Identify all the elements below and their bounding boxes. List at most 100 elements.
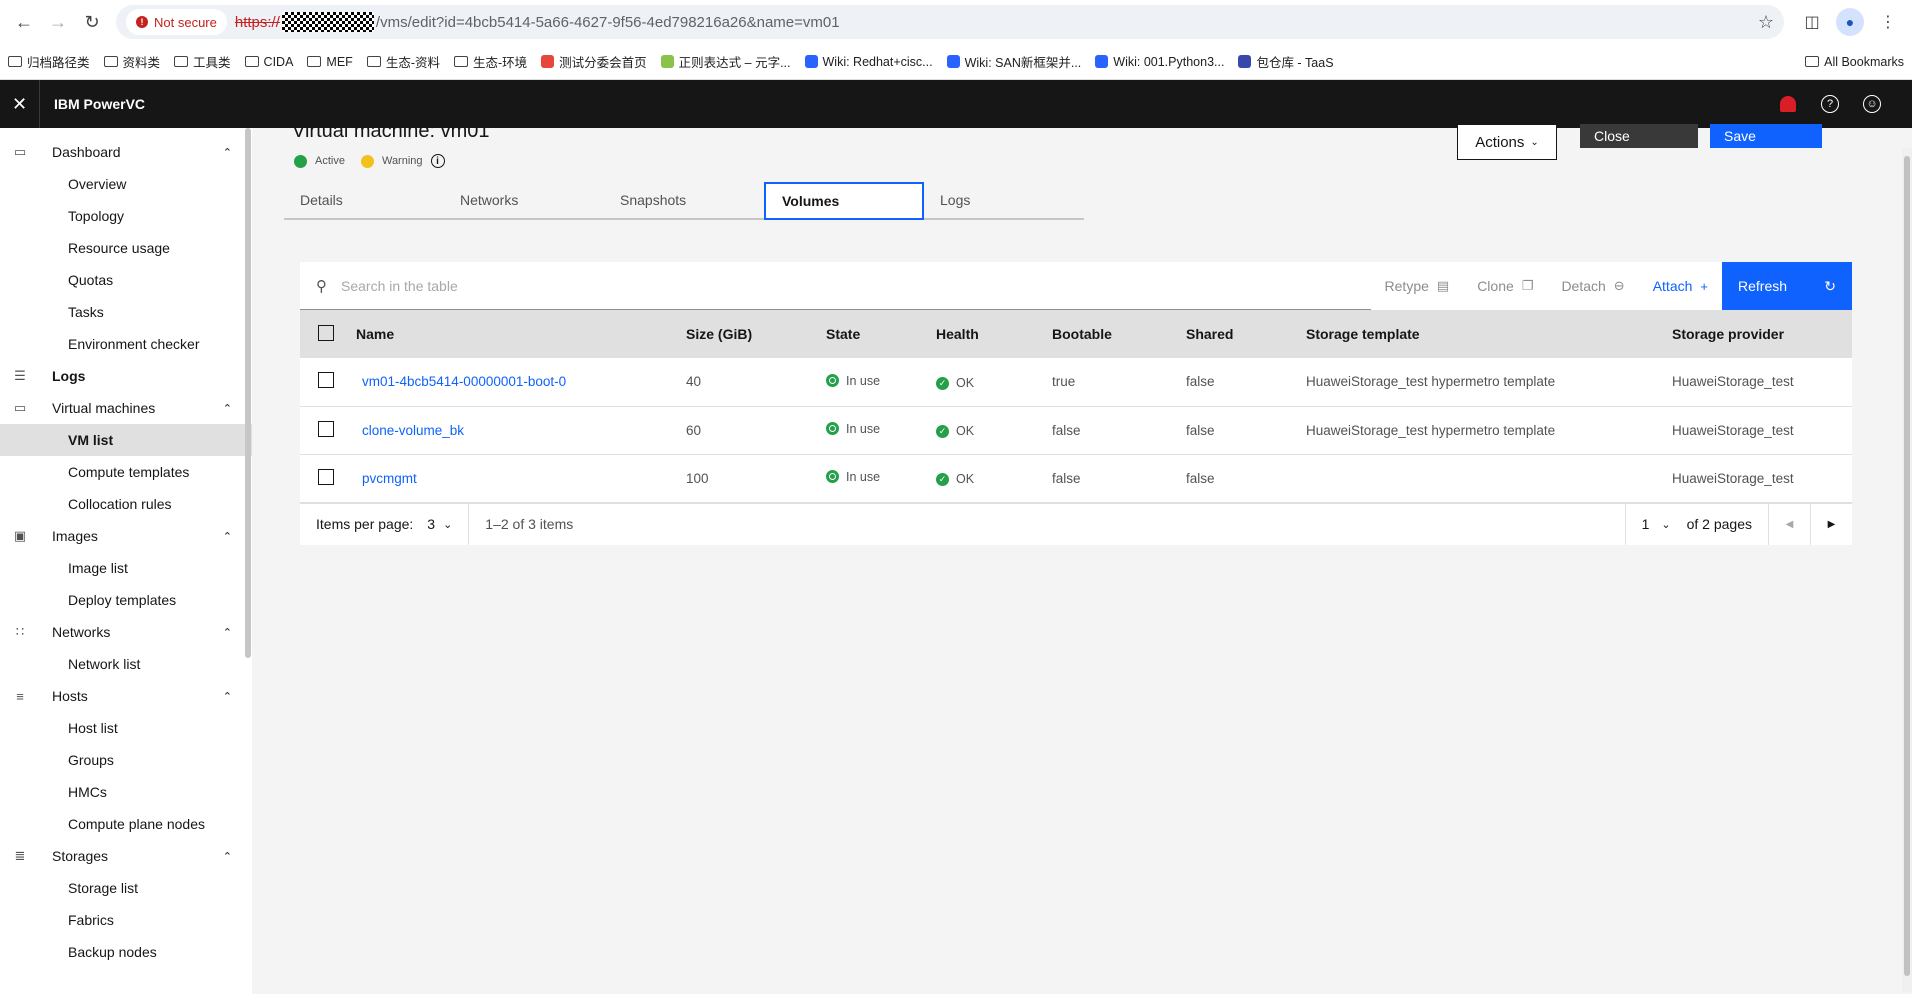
col-storage-template[interactable]: Storage template xyxy=(1306,310,1672,358)
notification-bell-icon[interactable] xyxy=(1778,94,1798,114)
actions-button[interactable]: Actions ⌄ xyxy=(1457,124,1557,160)
page-scroll-thumb[interactable] xyxy=(1904,156,1910,976)
table-row[interactable]: clone-volume_bk 60 In use ✓ OK false false Huaw… xyxy=(300,406,1852,454)
sidebar-item-storage-list[interactable]: Storage list xyxy=(0,872,252,904)
tab-networks[interactable]: Networks xyxy=(444,182,604,220)
user-icon[interactable]: ☺ xyxy=(1862,94,1882,114)
table-row[interactable]: pvcmgmt 100 In use ✓ OK false false HuaweiStora… xyxy=(300,454,1852,502)
volume-name-link[interactable]: vm01-4bcb5414-00000001-boot-0 xyxy=(362,374,566,389)
row-checkbox[interactable] xyxy=(318,420,334,437)
tab-snapshots[interactable]: Snapshots xyxy=(604,182,764,220)
bookmark-item[interactable]: 包仓库 - TaaS xyxy=(1238,52,1334,71)
menu-kebab-icon[interactable]: ⋮ xyxy=(1874,8,1902,36)
col-storage-provider[interactable]: Storage provider xyxy=(1672,310,1852,358)
close-icon[interactable]: ✕ xyxy=(0,80,40,128)
previous-page-icon[interactable]: ◀ xyxy=(1768,503,1810,545)
bookmark-star-icon[interactable]: ☆ xyxy=(1758,12,1774,33)
bookmark-item[interactable]: 生态-环境 xyxy=(453,52,527,71)
back-icon[interactable]: ← xyxy=(10,8,38,36)
sidebar-item-hmcs[interactable]: HMCs xyxy=(0,776,252,808)
sidebar-item-backup-nodes[interactable]: Backup nodes xyxy=(0,936,252,968)
bookmark-item[interactable]: Wiki: Redhat+cisc... xyxy=(804,55,933,69)
items-per-page-select[interactable]: 3 ⌄ xyxy=(427,516,452,532)
row-checkbox[interactable] xyxy=(318,468,334,485)
forward-icon[interactable]: → xyxy=(44,8,72,36)
sidebar-item-topology[interactable]: Topology xyxy=(0,200,252,232)
col-state[interactable]: State xyxy=(826,310,936,358)
next-page-icon[interactable]: ▶ xyxy=(1810,503,1852,545)
extensions-icon[interactable]: ◫ xyxy=(1798,8,1826,36)
col-bootable[interactable]: Bootable xyxy=(1052,310,1186,358)
all-bookmarks[interactable]: All Bookmarks xyxy=(1805,55,1904,69)
bookmark-item[interactable]: Wiki: SAN新框架并... xyxy=(946,52,1081,71)
reload-icon[interactable]: ↻ xyxy=(78,8,106,36)
sidebar-item-vm-list[interactable]: VM list xyxy=(0,424,252,456)
volume-storage-template: HuaweiStorage_test hypermetro template xyxy=(1306,374,1556,390)
tab-logs[interactable]: Logs xyxy=(924,182,1084,220)
sidebar-item-deploy-templates[interactable]: Deploy templates xyxy=(0,584,252,616)
col-shared[interactable]: Shared xyxy=(1186,310,1306,358)
tab-details[interactable]: Details xyxy=(284,182,444,220)
sidebar-item-collocation-rules[interactable]: Collocation rules xyxy=(0,488,252,520)
row-checkbox[interactable] xyxy=(318,372,334,389)
profile-avatar-icon[interactable]: ● xyxy=(1836,8,1864,36)
nav-group-dashboard[interactable]: ▭ Dashboard ⌃ xyxy=(0,136,252,168)
nav-group-storages[interactable]: ≣ Storages ⌃ xyxy=(0,840,252,872)
nav-group-hosts[interactable]: ≡ Hosts ⌃ xyxy=(0,680,252,712)
col-size[interactable]: Size (GiB) xyxy=(686,310,826,358)
sidebar-item-fabrics[interactable]: Fabrics xyxy=(0,904,252,936)
page-select[interactable]: 1 ⌄ xyxy=(1624,503,1687,545)
nav-group-networks[interactable]: ∷ Networks ⌃ xyxy=(0,616,252,648)
bookmark-item[interactable]: 资料类 xyxy=(103,52,160,71)
nav-group-logs[interactable]: ☰ Logs xyxy=(0,360,252,392)
in-use-status-icon xyxy=(826,374,839,387)
sidebar-item-host-list[interactable]: Host list xyxy=(0,712,252,744)
sidebar-item-quotas[interactable]: Quotas xyxy=(0,264,252,296)
nav-group-images[interactable]: ▣ Images ⌃ xyxy=(0,520,252,552)
bookmark-item[interactable]: 生态-资料 xyxy=(366,52,440,71)
page-scrollbar[interactable] xyxy=(1902,148,1912,992)
nav-group-virtual-machines[interactable]: ▭ Virtual machines ⌃ xyxy=(0,392,252,424)
select-all-checkbox[interactable] xyxy=(318,324,334,341)
col-health[interactable]: Health xyxy=(936,310,1052,358)
table-row[interactable]: vm01-4bcb5414-00000001-boot-0 40 In use ✓ OK… xyxy=(300,358,1852,406)
site-favicon-icon xyxy=(1095,55,1109,68)
info-icon[interactable]: i xyxy=(430,154,445,168)
volume-name-link[interactable]: pvcmgmt xyxy=(362,471,417,486)
retype-button[interactable]: Retype ▤ xyxy=(1371,262,1464,310)
bookmark-item[interactable]: 测试分委会首页 xyxy=(541,52,647,71)
sidebar-item-overview[interactable]: Overview xyxy=(0,168,252,200)
sidebar-item-environment-checker[interactable]: Environment checker xyxy=(0,328,252,360)
clone-button[interactable]: Clone ❐ xyxy=(1463,262,1547,310)
sidebar-item-network-list[interactable]: Network list xyxy=(0,648,252,680)
attach-button[interactable]: Attach + xyxy=(1639,262,1722,310)
url-text[interactable]: https:// /vms/edit?id=4bcb5414-5a66-4627… xyxy=(235,12,840,32)
sidebar-item-groups[interactable]: Groups xyxy=(0,744,252,776)
col-name[interactable]: Name xyxy=(356,310,686,358)
side-nav-scrollbar[interactable] xyxy=(245,128,251,658)
product-name[interactable]: IBM PowerVC xyxy=(40,96,145,112)
bookmark-item[interactable]: 归档路径类 xyxy=(8,52,90,71)
bookmark-item[interactable]: Wiki: 001.Python3... xyxy=(1095,55,1224,69)
search-input[interactable] xyxy=(341,277,941,294)
bookmark-item[interactable]: CIDA xyxy=(244,55,293,69)
sidebar-item-compute-plane-nodes[interactable]: Compute plane nodes xyxy=(0,808,252,840)
folder-icon xyxy=(366,56,381,67)
help-icon[interactable]: ? xyxy=(1820,94,1840,114)
sidebar-item-resource-usage[interactable]: Resource usage xyxy=(0,232,252,264)
volume-name-link[interactable]: clone-volume_bk xyxy=(362,423,464,438)
refresh-button[interactable]: Refresh ↻ xyxy=(1722,262,1852,310)
address-bar[interactable]: ! Not secure https:// /vms/edit?id=4bcb5… xyxy=(116,5,1784,39)
sidebar-item-compute-templates[interactable]: Compute templates xyxy=(0,456,252,488)
close-button[interactable]: Close xyxy=(1580,124,1698,148)
bookmark-item[interactable]: 工具类 xyxy=(174,52,231,71)
bookmark-item[interactable]: MEF xyxy=(307,55,353,69)
sidebar-item-image-list[interactable]: Image list xyxy=(0,552,252,584)
bookmark-item[interactable]: 正则表达式 – 元字... xyxy=(660,52,791,71)
attach-label: Attach xyxy=(1652,278,1693,294)
tab-volumes[interactable]: Volumes xyxy=(764,182,924,220)
sidebar-item-tasks[interactable]: Tasks xyxy=(0,296,252,328)
detach-button[interactable]: Detach ⊖ xyxy=(1547,262,1638,310)
save-button[interactable]: Save xyxy=(1710,124,1822,148)
security-chip[interactable]: ! Not secure xyxy=(126,9,227,35)
